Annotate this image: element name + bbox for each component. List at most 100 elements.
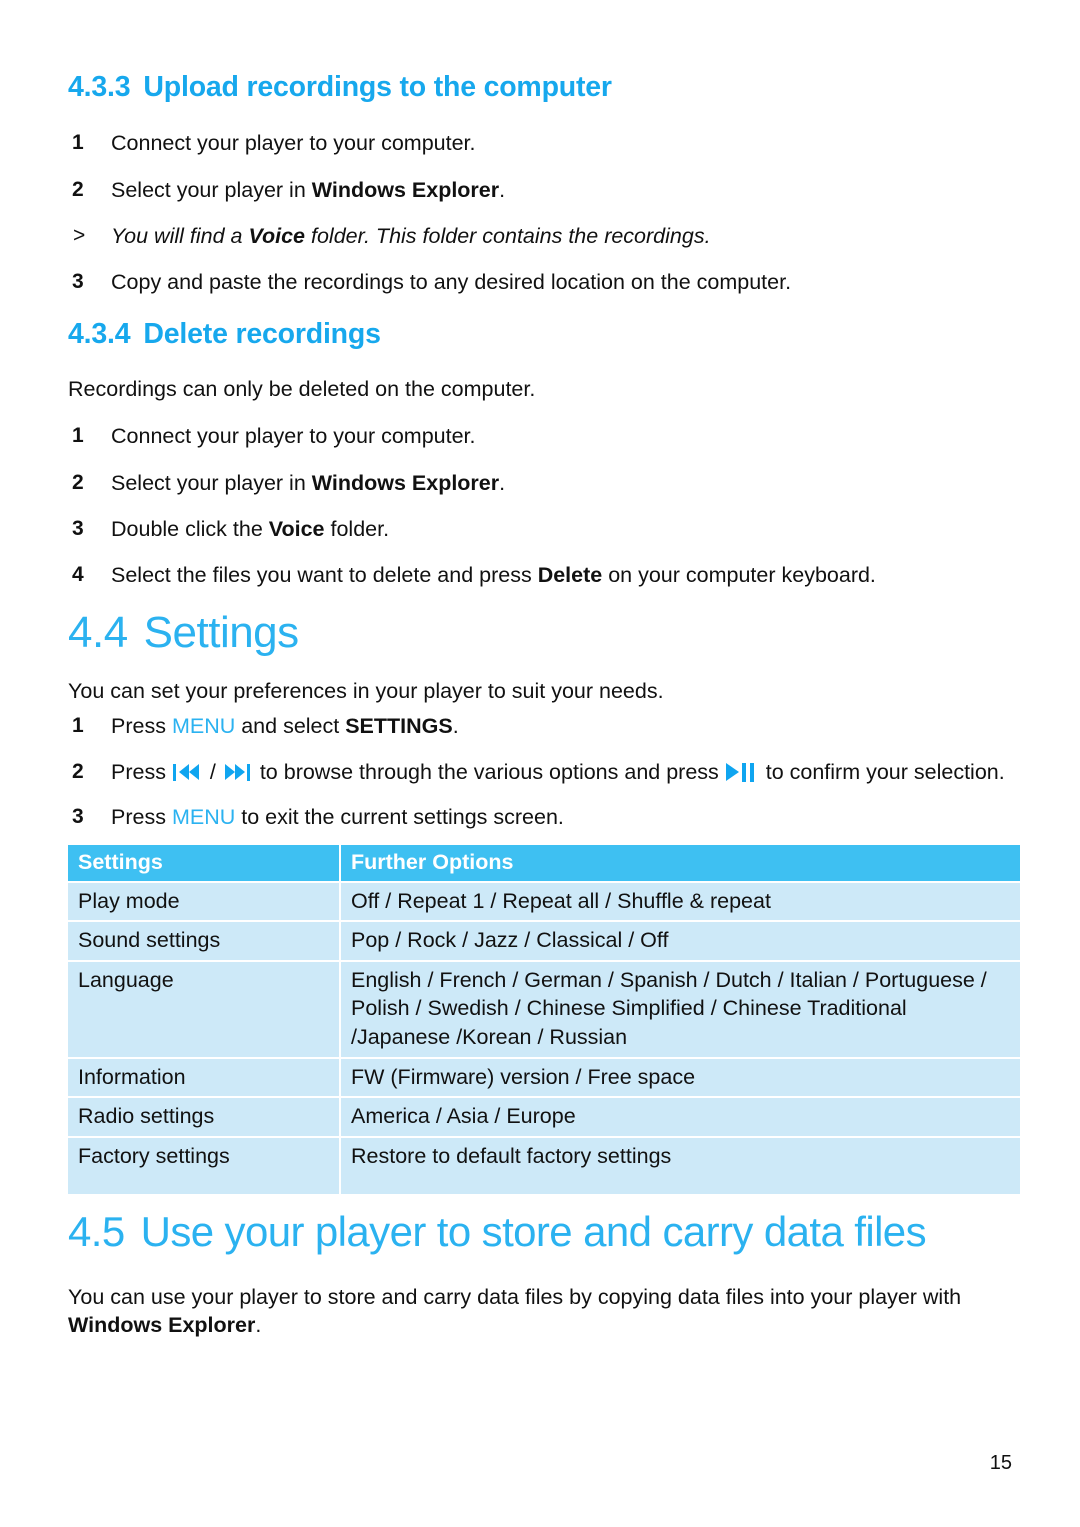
heading-4-4-title: Settings [143,607,299,657]
section-4-4-intro: You can set your preferences in your pla… [68,678,664,703]
section-4-5-body-pre: You can use your player to store and car… [68,1285,962,1310]
table-cell-setting: Language [68,959,341,1058]
step-marker: 3 [72,270,84,294]
heading-4-5-title: Use your player to store and carry data … [140,1208,927,1256]
heading-4-3-4-number: 4.3.4 [68,317,131,350]
heading-4-3-3-title: Upload recordings to the computer [143,71,612,103]
option-line: Off / Repeat 1 / Repeat all / Shuffle & … [351,888,771,913]
note-item: > You will find a Voice folder. This fol… [68,222,1020,250]
page-number: 15 [989,1452,1012,1474]
step-marker: 2 [72,470,84,494]
step-text: Double click the Voice folder. [111,517,389,541]
step-item: 1 Press MENU and select SETTINGS. [68,712,1020,740]
step-text: Press MENU to exit the current settings … [111,805,564,829]
step-text-post: on your computer keyboard. [602,563,876,588]
table-cell-setting: Play mode [68,880,341,922]
step-item: 4 Select the files you want to delete an… [68,561,1020,589]
step-marker: 3 [72,804,84,828]
step-text: Select your player in Windows Explorer. [111,178,505,202]
step-text-mid: to browse through the various options an… [253,760,725,785]
settings-table: Settings Further Options Play mode Off /… [68,844,1020,1195]
step-text-pre: Double click the [111,516,269,541]
heading-4-3-4-title: Delete recordings [143,317,381,350]
table-cell-setting: Sound settings [68,920,341,961]
table-row: Play mode Off / Repeat 1 / Repeat all / … [68,880,1020,922]
option-line: Restore to default factory settings [351,1143,672,1168]
step-marker: 1 [72,131,84,155]
heading-4-3-3-number: 4.3.3 [68,71,131,103]
step-text-bold: Voice [268,516,325,541]
step-text-bold: Delete [537,563,603,588]
table-cell-options: Off / Repeat 1 / Repeat all / Shuffle & … [340,880,1020,922]
step-marker: 4 [72,563,84,587]
step-text-pre: Press [111,760,172,785]
section-4-5-body-bold: Windows Explorer [68,1313,256,1338]
note-marker: > [73,224,86,248]
table-cell-options: English / French / German / Spanish / Du… [340,959,1020,1058]
step-text-bold: SETTINGS [345,713,453,738]
table-cell-options: America / Asia / Europe [340,1096,1020,1137]
note-text-bold: Voice [248,224,306,249]
section-4-5-body: You can use your player to store and car… [68,1284,983,1340]
table-cell-setting: Information [68,1056,341,1098]
step-marker: 2 [72,760,84,784]
step-text: Select your player in Windows Explorer. [111,471,505,495]
step-text-mid: and select [235,713,346,738]
step-text: Press MENU and select SETTINGS. [111,714,459,738]
step-text: Connect your player to your computer. [111,424,476,449]
heading-4-5: 4.5 Use your player to store and carry da… [68,1210,1020,1254]
table-cell-options: Pop / Rock / Jazz / Classical / Off [340,920,1020,961]
step-text-post: to confirm your selection. [759,760,1005,785]
step-item: 3 Press MENU to exit the current setting… [68,803,1020,831]
note-text: You will find a Voice folder. This folde… [111,224,711,248]
step-item: 2 Select your player in Windows Explorer… [68,176,1020,204]
page-content: 4.3.3 Upload recordings to the computer 1… [68,0,1020,1340]
step-text: Select the files you want to delete and … [111,563,876,587]
option-line: English / French / German / Spanish / Du… [351,967,987,992]
step-item: 1 Connect your player to your computer. [68,422,1020,450]
section-4-3-4-intro: Recordings can only be deleted on the co… [68,377,536,402]
table-cell-setting: Factory settings [68,1135,341,1195]
next-track-icon [223,764,253,782]
step-text-pre: Press [111,713,172,738]
step-text-pre: Select your player in [111,470,312,495]
step-marker: 1 [72,713,84,737]
table-header-row: Settings Further Options [68,844,1020,882]
step-item: 1 Connect your player to your computer. [68,129,1020,157]
option-line: America / Asia / Europe [351,1104,576,1129]
step-text-post: folder. [324,516,390,541]
step-text: Copy and paste the recordings to any des… [111,270,792,295]
step-item: 2 Select your player in Windows Explorer… [68,469,1020,497]
table-cell-options: FW (Firmware) version / Free space [340,1056,1020,1098]
document-page: 4.3.3 Upload recordings to the computer 1… [0,0,1080,1527]
table-cell-setting: Radio settings [68,1096,341,1137]
table-row: Language English / French / German / Spa… [68,959,1020,1058]
table-row: Sound settings Pop / Rock / Jazz / Class… [68,920,1020,961]
option-line: Polish / Swedish / Chinese Simplified / … [351,996,907,1021]
note-text-pre: You will find a [111,224,249,249]
step-text-post: to exit the current settings screen. [235,804,564,829]
section-4-5-body-post: . [255,1313,262,1338]
table-cell-options: Restore to default factory settings [340,1135,1020,1195]
play-pause-icon [725,763,759,783]
step-item: 3 Copy and paste the recordings to any d… [68,268,1020,296]
heading-4-4-number: 4.4 [68,607,128,657]
step-text-post: . [499,470,506,495]
heading-4-3-4: 4.3.4 Delete recordings [68,317,1020,350]
table-header-settings: Settings [68,844,341,882]
option-line: FW (Firmware) version / Free space [351,1064,696,1089]
step-text: Connect your player to your computer. [111,131,476,156]
step-text-sep: / [203,760,222,785]
option-line: Pop / Rock / Jazz / Classical / Off [351,928,669,953]
step-marker: 1 [72,424,84,448]
table-row: Information FW (Firmware) version / Free… [68,1056,1020,1098]
step-text-post: . [452,713,459,738]
heading-4-5-number: 4.5 [68,1208,125,1256]
table-row: Radio settings America / Asia / Europe [68,1096,1020,1137]
step-text: Press / to browse through the various op… [111,760,1005,784]
previous-track-icon [172,764,203,782]
menu-keyword: MENU [171,804,236,829]
step-text-pre: Select your player in [111,177,312,202]
step-item: 2 Press / to browse through the various … [68,758,1011,786]
step-text-pre: Select the files you want to delete and … [111,563,538,588]
